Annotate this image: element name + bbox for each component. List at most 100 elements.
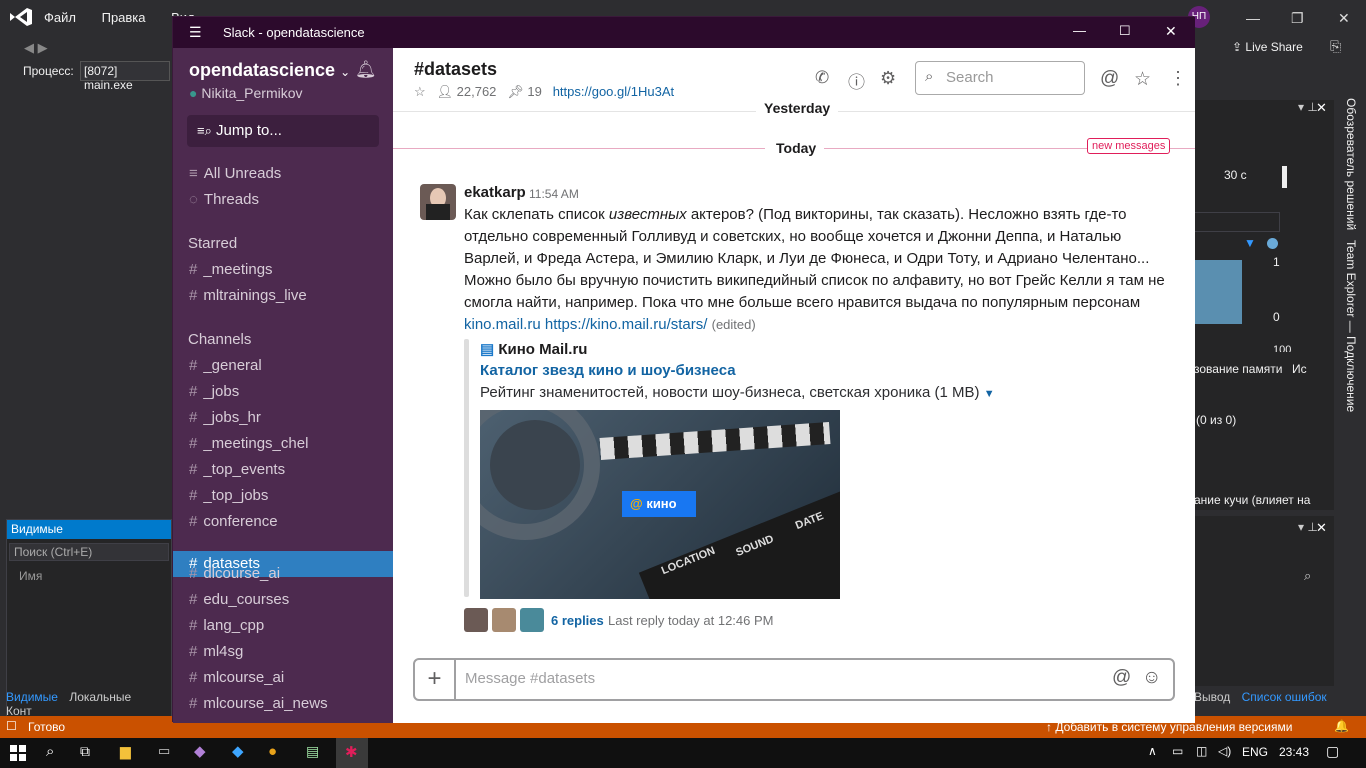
diag-tick-30s: 30 с [1224, 168, 1247, 182]
tab-locals[interactable]: Локальные [69, 690, 131, 704]
search-icon[interactable]: ⌕ [1304, 568, 1311, 584]
emoji-icon[interactable]: ☺ [1142, 667, 1161, 689]
info-icon[interactable]: ⓘ [848, 68, 868, 92]
tray-clock[interactable]: 23:43 [1279, 745, 1309, 759]
windows-start-icon[interactable] [10, 745, 26, 761]
pin-count[interactable]: 19 [527, 84, 541, 99]
panel-pin-icon[interactable]: ▾ ⊥ [1298, 100, 1318, 114]
slack-taskbar-icon[interactable]: ✱ [336, 738, 368, 768]
channel-topic-link[interactable]: https://goo.gl/1Hu3At [553, 84, 674, 99]
day-label-today: Today [768, 140, 825, 156]
tray-volume-icon[interactable]: ◁) [1218, 744, 1231, 758]
sidebar-item-top-jobs[interactable]: # _top_jobs [189, 487, 393, 504]
reply-avatar [464, 608, 488, 632]
tray-battery-icon[interactable]: ▭ [1172, 744, 1183, 758]
vscode-icon[interactable]: ◆ [232, 742, 244, 760]
sidebar-item-jobs[interactable]: # _jobs [189, 383, 393, 400]
search-icon[interactable]: ⌕ [46, 743, 54, 760]
menu-edit[interactable]: Правка [102, 10, 146, 25]
feedback-icon[interactable]: ⎘ [1330, 38, 1341, 55]
jump-to-button[interactable]: ≡⌕ Jump to... [187, 115, 379, 147]
file-explorer-icon[interactable]: ▆ [120, 743, 131, 760]
expand-icon[interactable]: ▼ [984, 388, 995, 400]
message-link-1[interactable]: kino.mail.ru [464, 316, 541, 333]
sidebar-item-starred-mltrainings[interactable]: # mltrainings_live [189, 287, 393, 304]
more-icon[interactable]: ⋮ [1169, 68, 1189, 88]
replies-link[interactable]: 6 replies [551, 613, 604, 628]
tray-chevron-icon[interactable]: ∧ [1148, 744, 1157, 758]
maximize-icon[interactable]: ☐ [1119, 23, 1131, 39]
task-view-icon[interactable]: ⧉ [80, 743, 90, 760]
sidebar-item-lang-cpp[interactable]: # lang_cpp [189, 617, 393, 634]
gear-icon[interactable]: ⚙ [880, 68, 900, 88]
notifications-icon[interactable]: 🔔 [1334, 719, 1349, 733]
tab-output[interactable]: Вывод [1194, 690, 1230, 704]
search-input[interactable]: ⌕ Search [915, 61, 1085, 95]
message-input[interactable]: Message #datasets [465, 670, 595, 687]
panel-close-icon[interactable]: ✕ [1316, 100, 1327, 116]
message-composer[interactable]: + Message #datasets @ ☺ [413, 658, 1175, 701]
notepad-icon[interactable]: ▤ [306, 743, 319, 760]
menu-file[interactable]: Файл [44, 10, 76, 25]
tray-network-icon[interactable]: ◫ [1196, 744, 1207, 758]
diag-is-label[interactable]: Ис [1292, 362, 1307, 376]
vs-restore-icon[interactable]: ❐ [1291, 10, 1304, 27]
slack-titlebar: ☰ Slack - opendatascience — ☐ ✕ [173, 17, 1195, 48]
status-text: Готово [28, 720, 66, 734]
sidebar-item-conference[interactable]: # conference [189, 513, 393, 530]
terminal-icon[interactable]: ▭ [158, 743, 170, 759]
sidebar-item-general[interactable]: # _general [189, 357, 393, 374]
vs-close-icon[interactable]: ✕ [1338, 10, 1350, 27]
solution-explorer-tab[interactable]: Обозреватель решений [1344, 98, 1358, 230]
panel2-close-icon[interactable]: ✕ [1316, 520, 1327, 536]
attachment-title[interactable]: Каталог звезд кино и шоу-бизнеса [480, 362, 736, 379]
attachment-image[interactable]: LOCATION SOUND DATE @ кино [480, 410, 840, 599]
action-center-icon[interactable]: ▢ [1326, 743, 1339, 760]
message-author[interactable]: ekatkarp [464, 184, 526, 201]
add-attachment-button[interactable]: + [415, 660, 456, 699]
process-select[interactable]: [8072] main.exe [80, 61, 170, 92]
sidebar-item-dlcourse-ai[interactable]: # dlcourse_ai [189, 565, 393, 582]
channels-heading[interactable]: Channels [188, 331, 251, 348]
sidebar-item-edu-courses[interactable]: # edu_courses [189, 591, 393, 608]
star-icon[interactable]: ☆ [414, 84, 426, 99]
locals-search-input[interactable]: Поиск (Ctrl+E) [9, 543, 169, 561]
sidebar-item-mlcourse-ai-news[interactable]: # mlcourse_ai_news [189, 695, 393, 712]
sidebar-item-threads[interactable]: ◌ Threads [189, 191, 393, 208]
diag-memory-label[interactable]: зование памяти [1194, 362, 1282, 376]
diag-heap-label: ание кучи (влияет на [1194, 493, 1311, 507]
mention-icon[interactable]: @ [1112, 667, 1131, 689]
slack-window: ☰ Slack - opendatascience — ☐ ✕ opendata… [172, 16, 1195, 723]
message-time[interactable]: 11:54 AM [529, 187, 579, 201]
sidebar-item-mlcourse-ai[interactable]: # mlcourse_ai [189, 669, 393, 686]
tab-error-list[interactable]: Список ошибок [1242, 690, 1327, 704]
sidebar-item-jobs-hr[interactable]: # _jobs_hr [189, 409, 393, 426]
workspace-name[interactable]: opendatascience ⌄ [189, 60, 350, 81]
sidebar-item-starred-meetings[interactable]: # _meetings [189, 261, 393, 278]
mentions-icon[interactable]: @ [1100, 68, 1120, 89]
live-share-button[interactable]: ⇪ Live Share [1232, 40, 1303, 54]
message-link-2[interactable]: https://kino.mail.ru/stars/ [545, 316, 708, 333]
starred-items-icon[interactable]: ☆ [1134, 68, 1154, 90]
channel-title[interactable]: #datasets [414, 59, 497, 80]
avatar[interactable] [420, 184, 456, 220]
hamburger-icon[interactable]: ☰ [189, 24, 202, 41]
tab-visible[interactable]: Видимые [6, 690, 58, 704]
call-icon[interactable]: ✆ [815, 68, 835, 88]
chrome-icon[interactable]: ● [268, 743, 277, 760]
tray-language[interactable]: ENG [1242, 745, 1268, 759]
member-count[interactable]: 22,762 [457, 84, 497, 99]
sidebar-item-all-unreads[interactable]: ≡ All Unreads [189, 165, 393, 182]
visual-studio-icon[interactable]: ◆ [194, 742, 206, 760]
close-icon[interactable]: ✕ [1165, 23, 1177, 40]
sidebar-item-top-events[interactable]: # _top_events [189, 461, 393, 478]
bell-icon[interactable]: 🔔︎ [355, 60, 377, 80]
minimize-icon[interactable]: — [1073, 23, 1086, 38]
team-explorer-tab[interactable]: Team Explorer — Подключение [1344, 240, 1358, 412]
reply-avatars[interactable] [464, 608, 548, 632]
current-user[interactable]: ● Nikita_Permikov [189, 85, 303, 101]
vs-minimize-icon[interactable]: — [1246, 10, 1260, 26]
panel2-pin-icon[interactable]: ▾ ⊥ [1298, 520, 1318, 534]
sidebar-item-ml4sg[interactable]: # ml4sg [189, 643, 393, 660]
sidebar-item-meetings-chel[interactable]: # _meetings_chel [189, 435, 393, 452]
